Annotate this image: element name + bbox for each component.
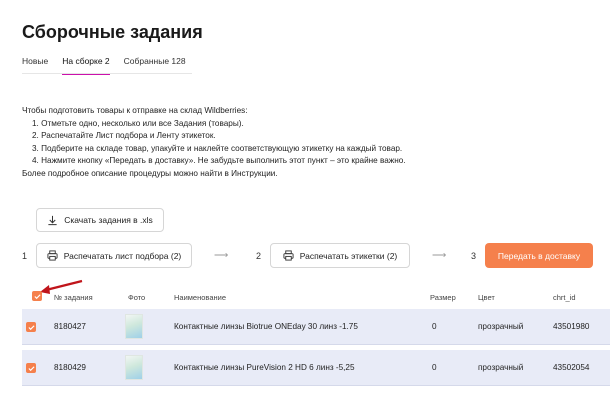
print-picking-list-button[interactable]: Распечатать лист подбора (2): [36, 243, 192, 268]
product-color: прозрачный: [478, 363, 524, 372]
task-number: 8180427: [54, 322, 86, 331]
chrt-id: 43501980: [553, 322, 590, 331]
print-labels-button[interactable]: Распечатать этикетки (2): [270, 243, 410, 268]
table-header: № задания Фото Наименование Размер Цвет …: [22, 286, 610, 308]
instructions-intro: Чтобы подготовить товары к отправке на с…: [22, 106, 248, 115]
table-row[interactable]: 8180427 Контактные линзы Biotrue ONEday …: [22, 309, 610, 345]
transfer-to-delivery-button[interactable]: Передать в доставку: [485, 243, 593, 268]
arrow-icon: ⟶: [214, 250, 229, 261]
checkmark-icon: [27, 324, 35, 330]
instructions-outro: Более подробное описание процедуры можно…: [22, 168, 278, 178]
row-checkbox[interactable]: [26, 363, 36, 373]
page-title: Сборочные задания: [22, 22, 203, 42]
row-checkbox[interactable]: [26, 322, 36, 332]
download-xls-label: Скачать задания в .xls: [64, 215, 153, 225]
column-header-color[interactable]: Цвет: [478, 293, 495, 302]
print-picking-list-label: Распечатать лист подбора (2): [63, 250, 182, 261]
chrt-id: 43502054: [553, 363, 590, 372]
column-header-task-number[interactable]: № задания: [54, 293, 93, 302]
step-number-3: 3: [471, 251, 477, 261]
column-header-name[interactable]: Наименование: [174, 293, 226, 302]
step-number-1: 1: [22, 251, 28, 261]
column-header-size[interactable]: Размер: [430, 293, 456, 302]
column-header-photo: Фото: [128, 293, 146, 302]
column-header-chrt-id[interactable]: chrt_id: [553, 293, 576, 302]
arrow-icon: ⟶: [432, 250, 447, 261]
instruction-step-1: 1. Отметьте одно, несколько или все Зада…: [32, 118, 244, 128]
instruction-step-4: 4. Нажмите кнопку «Передать в доставку».…: [32, 156, 406, 166]
instructions: Чтобы подготовить товары к отправке на с…: [22, 105, 406, 181]
instruction-step-2: 2. Распечатайте Лист подбора и Ленту эти…: [32, 131, 216, 141]
product-size: 0: [432, 322, 437, 331]
product-color: прозрачный: [478, 322, 524, 331]
product-photo[interactable]: [125, 314, 143, 339]
tabs-divider: [22, 73, 192, 74]
instruction-step-3: 3. Подберите на складе товар, упакуйте и…: [32, 143, 403, 153]
task-number: 8180429: [54, 363, 86, 372]
step-number-2: 2: [256, 251, 262, 261]
product-name: Контактные линзы Biotrue ONEday 30 линз …: [174, 322, 358, 331]
product-photo[interactable]: [125, 355, 143, 380]
select-all-checkbox[interactable]: [32, 291, 42, 301]
checkmark-icon: [27, 365, 35, 371]
product-size: 0: [432, 363, 437, 372]
printer-icon: [47, 250, 58, 261]
printer-icon: [283, 250, 294, 261]
download-icon: [47, 215, 58, 226]
product-name: Контактные линзы PureVision 2 HD 6 линз …: [174, 363, 355, 372]
checkmark-icon: [33, 293, 41, 299]
print-labels-label: Распечатать этикетки (2): [299, 250, 398, 261]
download-xls-button[interactable]: Скачать задания в .xls: [36, 208, 164, 232]
table-row[interactable]: 8180429 Контактные линзы PureVision 2 HD…: [22, 350, 610, 386]
